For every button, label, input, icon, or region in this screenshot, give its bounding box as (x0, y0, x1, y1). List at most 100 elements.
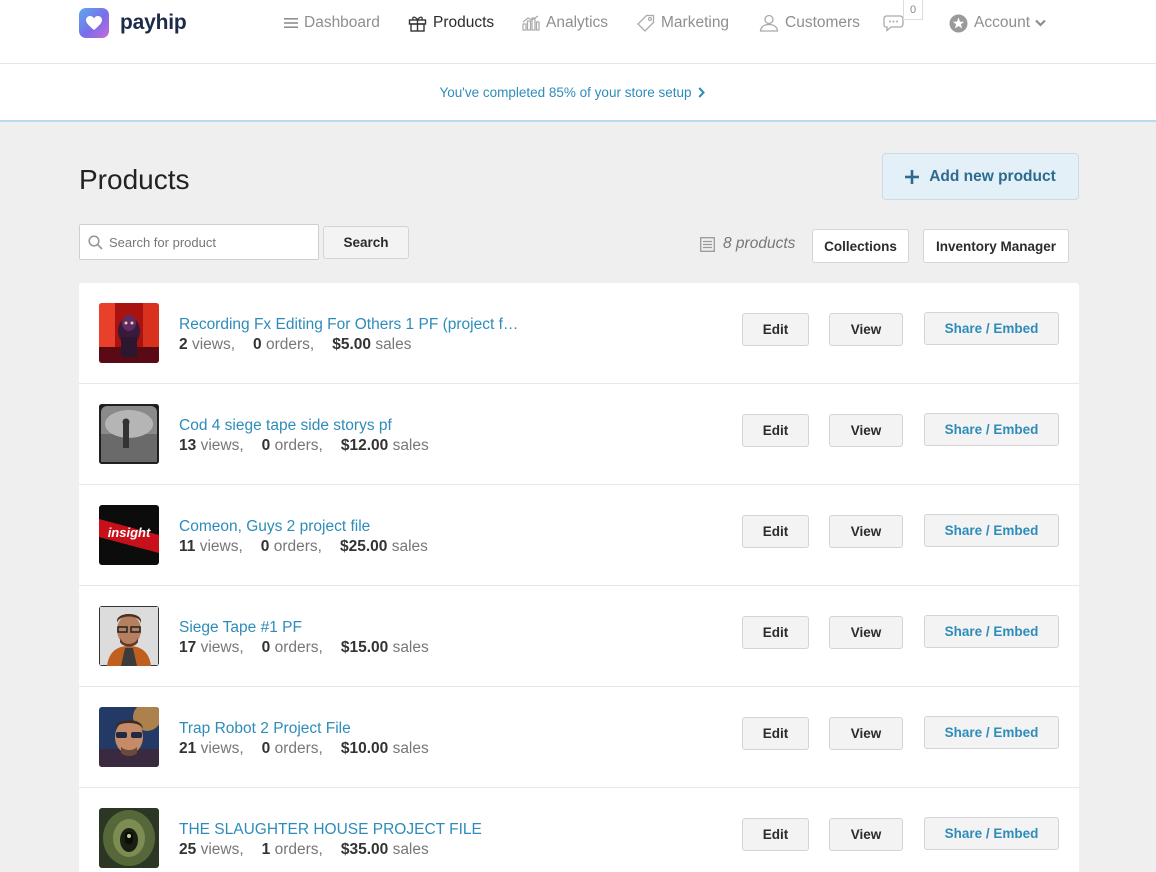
add-new-product-button[interactable]: Add new product (882, 153, 1079, 200)
view-button[interactable]: View (829, 515, 903, 548)
orders-label: orders, (265, 336, 315, 353)
nav-dashboard[interactable]: Dashboard (284, 13, 380, 33)
views-label: views, (200, 437, 244, 454)
sales-amount: $25.00 (339, 538, 388, 555)
edit-button[interactable]: Edit (742, 616, 809, 649)
views-count: 13 (179, 437, 197, 454)
product-stats: 17 views, 0 orders, $15.00 sales (179, 639, 429, 657)
product-row: insight Comeon, Guys 2 project file 11 v… (79, 485, 1079, 586)
store-setup-text: You've completed 85% of your store setup (439, 84, 692, 100)
product-thumbnail[interactable] (99, 606, 159, 666)
edit-button[interactable]: Edit (742, 818, 809, 851)
edit-button[interactable]: Edit (742, 717, 809, 750)
nav-account[interactable]: Account (949, 13, 1046, 33)
views-label: views, (200, 740, 244, 757)
view-button[interactable]: View (829, 414, 903, 447)
chevron-down-icon (1035, 19, 1046, 27)
store-setup-banner: You've completed 85% of your store setup (0, 64, 1156, 122)
list-icon (700, 236, 715, 252)
nav-marketing-label: Marketing (661, 14, 730, 31)
search-input[interactable] (109, 225, 314, 259)
product-row: THE SLAUGHTER HOUSE PROJECT FILE 25 view… (79, 788, 1079, 872)
user-icon (759, 14, 779, 32)
collections-button[interactable]: Collections (812, 229, 909, 263)
nav-customers-label: Customers (785, 14, 860, 31)
add-new-product-label: Add new product (929, 167, 1056, 185)
menu-icon (284, 18, 298, 28)
sales-amount: $15.00 (340, 639, 389, 656)
search-button[interactable]: Search (323, 226, 409, 259)
product-row: Trap Robot 2 Project File 21 views, 0 ord… (79, 687, 1079, 788)
product-thumbnail[interactable] (99, 404, 159, 464)
views-count: 11 (179, 538, 196, 555)
search-icon (88, 235, 103, 250)
brand-name: payhip (120, 11, 187, 34)
orders-label: orders, (274, 639, 323, 656)
store-setup-link[interactable]: You've completed 85% of your store setup (440, 85, 705, 100)
sales-label: sales (392, 841, 429, 858)
plus-icon (905, 169, 920, 184)
product-stats: 21 views, 0 orders, $10.00 sales (179, 740, 429, 758)
messages-count-badge: 0 (903, 0, 923, 20)
share-embed-button[interactable]: Share / Embed (924, 413, 1059, 446)
sales-amount: $10.00 (340, 740, 389, 757)
views-count: 25 (179, 841, 197, 858)
share-embed-button[interactable]: Share / Embed (924, 514, 1059, 547)
edit-button[interactable]: Edit (742, 515, 809, 548)
views-label: views, (191, 336, 236, 353)
gift-icon (408, 15, 427, 32)
sales-amount: $12.00 (340, 437, 389, 454)
sales-label: sales (391, 538, 428, 555)
product-thumbnail[interactable] (99, 303, 159, 363)
share-embed-button[interactable]: Share / Embed (924, 312, 1059, 345)
views-label: views, (200, 841, 244, 858)
orders-label: orders, (273, 538, 322, 555)
orders-label: orders, (274, 740, 323, 757)
share-embed-button[interactable]: Share / Embed (924, 817, 1059, 850)
product-title-link[interactable]: Recording Fx Editing For Others 1 PF (pr… (179, 316, 519, 334)
orders-count: 1 (261, 841, 271, 858)
search-box (79, 224, 319, 260)
share-embed-button[interactable]: Share / Embed (924, 716, 1059, 749)
view-button[interactable]: View (829, 616, 903, 649)
edit-button[interactable]: Edit (742, 414, 809, 447)
product-title-link[interactable]: THE SLAUGHTER HOUSE PROJECT FILE (179, 821, 482, 839)
inventory-manager-button[interactable]: Inventory Manager (923, 229, 1069, 263)
nav-marketing[interactable]: Marketing (637, 13, 729, 33)
product-stats: 13 views, 0 orders, $12.00 sales (179, 437, 429, 455)
product-title-link[interactable]: Comeon, Guys 2 project file (179, 518, 370, 536)
product-row: Siege Tape #1 PF 17 views, 0 orders, $15.0… (79, 586, 1079, 687)
nav-products[interactable]: Products (408, 13, 494, 33)
heart-logo-icon (79, 8, 109, 38)
orders-count: 0 (253, 336, 262, 353)
sales-label: sales (392, 437, 429, 454)
views-label: views, (200, 639, 244, 656)
thumbnail-logo-text: insight (108, 525, 151, 540)
view-button[interactable]: View (829, 313, 903, 346)
product-thumbnail[interactable] (99, 707, 159, 767)
product-title-link[interactable]: Cod 4 siege tape side storys pf (179, 417, 392, 435)
product-stats: 2 views, 0 orders, $5.00 sales (179, 336, 412, 354)
product-thumbnail[interactable] (99, 808, 159, 868)
product-list: Recording Fx Editing For Others 1 PF (pr… (79, 283, 1079, 872)
edit-button[interactable]: Edit (742, 313, 809, 346)
payhip-logo[interactable]: payhip (79, 8, 187, 38)
product-stats: 25 views, 1 orders, $35.00 sales (179, 841, 429, 859)
nav-customers[interactable]: Customers (759, 13, 860, 33)
share-embed-button[interactable]: Share / Embed (924, 615, 1059, 648)
product-thumbnail[interactable]: insight (99, 505, 159, 565)
product-title-link[interactable]: Trap Robot 2 Project File (179, 720, 351, 738)
view-button[interactable]: View (829, 717, 903, 750)
sales-label: sales (392, 639, 429, 656)
views-count: 2 (179, 336, 188, 353)
product-title-link[interactable]: Siege Tape #1 PF (179, 619, 302, 637)
orders-count: 0 (260, 538, 270, 555)
product-count: 8 products (700, 235, 795, 253)
tag-icon (637, 14, 655, 32)
sales-label: sales (375, 336, 412, 353)
views-label: views, (199, 538, 243, 555)
nav-analytics[interactable]: Analytics (522, 13, 608, 33)
sales-amount: $35.00 (340, 841, 389, 858)
top-navigation: payhip Dashboard Products Analytics Mark… (0, 0, 1156, 64)
view-button[interactable]: View (829, 818, 903, 851)
